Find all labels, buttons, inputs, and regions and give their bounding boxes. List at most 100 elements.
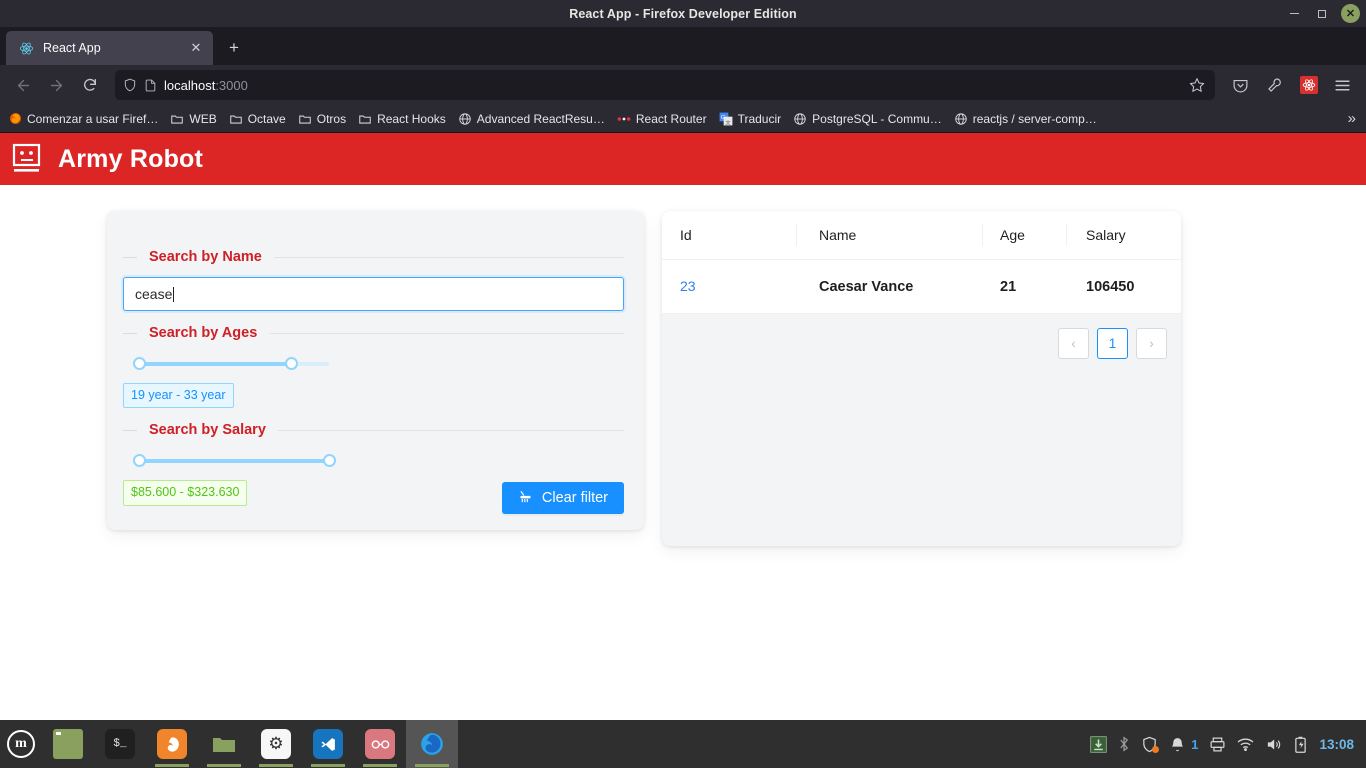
table-row[interactable]: 23 Caesar Vance 21 106450: [662, 259, 1181, 314]
close-icon[interactable]: ✕: [187, 39, 205, 57]
running-indicator: [415, 764, 449, 767]
window-title: React App - Firefox Developer Edition: [569, 6, 797, 21]
taskbar-item-settings[interactable]: ⚙: [250, 720, 302, 768]
bookmarks-overflow-icon[interactable]: »: [1340, 110, 1364, 127]
text-caret: [173, 286, 175, 302]
search-by-ages-legend: Search by Ages: [123, 325, 624, 341]
clear-filter-label: Clear filter: [541, 490, 608, 507]
bookmark-item[interactable]: Octave: [223, 109, 292, 129]
slider-track: [139, 362, 291, 366]
ages-slider-handle-max[interactable]: [285, 357, 298, 370]
slider-track: [139, 459, 329, 464]
table-body: 23 Caesar Vance 21 106450: [662, 259, 1181, 314]
window-close-button[interactable]: ✕: [1341, 4, 1360, 23]
taskbar-item-vscode[interactable]: [302, 720, 354, 768]
results-card: Id Name Age Salary 23 Caesar Vance 21 10…: [662, 211, 1181, 546]
page-title: Army Robot: [58, 144, 204, 173]
taskbar-item-files[interactable]: [198, 720, 250, 768]
glasses-icon: [365, 729, 395, 759]
bookmark-item[interactable]: Otros: [292, 109, 352, 129]
bookmark-item[interactable]: WEB: [164, 109, 222, 129]
browser-tab-react-app[interactable]: React App ✕: [6, 31, 213, 65]
react-devtools-icon[interactable]: [1293, 70, 1324, 101]
notifications-icon[interactable]: [1169, 736, 1186, 753]
new-tab-button[interactable]: +: [219, 33, 249, 63]
bookmarks-bar: Comenzar a usar Firef… WEB Octave Otros …: [0, 105, 1366, 133]
browser-tab-label: React App: [43, 41, 101, 55]
linux-mint-menu-icon[interactable]: m: [0, 720, 42, 768]
shield-icon[interactable]: [123, 78, 137, 92]
cell-age: 21: [982, 259, 1066, 314]
url-bar[interactable]: localhost:3000: [115, 70, 1215, 100]
wrench-icon[interactable]: [1259, 70, 1290, 101]
bookmark-label: Comenzar a usar Firef…: [27, 111, 159, 126]
column-header-salary[interactable]: Salary: [1066, 211, 1181, 260]
hamburger-menu-icon[interactable]: [1327, 70, 1358, 101]
taskbar-item-terminal[interactable]: $_: [94, 720, 146, 768]
ages-range-slider[interactable]: [133, 357, 329, 371]
ages-slider-wrap: [123, 347, 624, 371]
printer-icon[interactable]: [1209, 736, 1226, 753]
firewall-shield-icon[interactable]: [1141, 736, 1160, 753]
url-text[interactable]: localhost:3000: [164, 78, 1182, 93]
bookmark-label: React Hooks: [377, 111, 446, 126]
volume-icon[interactable]: [1265, 736, 1282, 753]
reload-icon[interactable]: [74, 70, 105, 101]
legend-line-left: [123, 332, 137, 334]
taskbar-clock[interactable]: 13:08: [1319, 737, 1354, 752]
google-translate-icon: G文: [719, 112, 733, 126]
column-header-age[interactable]: Age: [982, 211, 1066, 260]
taskbar-item-show-desktop[interactable]: [42, 720, 94, 768]
taskbar-item-firefox[interactable]: [146, 720, 198, 768]
taskbar-item-glasses[interactable]: [354, 720, 406, 768]
search-by-salary-legend: Search by Salary: [123, 422, 624, 438]
running-indicator: [363, 764, 397, 767]
bookmark-item[interactable]: G文 Traducir: [713, 109, 788, 129]
pocket-icon[interactable]: [1225, 70, 1256, 101]
window-controls: ✕: [1281, 0, 1360, 27]
back-icon[interactable]: [8, 70, 39, 101]
bookmark-item[interactable]: Advanced ReactResu…: [452, 109, 611, 129]
table-header-row: Id Name Age Salary: [662, 211, 1181, 260]
update-manager-icon[interactable]: [1090, 735, 1107, 753]
search-name-input[interactable]: cease: [123, 277, 624, 311]
bookmark-item[interactable]: React Hooks: [352, 109, 452, 129]
salary-range-slider[interactable]: [133, 454, 336, 468]
taskbar-item-firefox-developer-edition[interactable]: [406, 720, 458, 768]
forward-icon[interactable]: [41, 70, 72, 101]
window-restore-button[interactable]: [1309, 3, 1335, 25]
battery-icon[interactable]: [1293, 736, 1308, 753]
pagination-page-1[interactable]: 1: [1097, 327, 1128, 359]
bookmark-item[interactable]: Comenzar a usar Firef…: [2, 109, 164, 129]
bookmark-label: reactjs / server-comp…: [972, 111, 1097, 126]
legend-line-left: [123, 256, 137, 258]
show-desktop-icon: [53, 729, 83, 759]
bookmark-item[interactable]: PostgreSQL - Commu…: [787, 109, 948, 129]
cell-name: Caesar Vance: [796, 259, 982, 314]
window-titlebar: React App - Firefox Developer Edition ✕: [0, 0, 1366, 27]
globe-icon: [458, 112, 472, 126]
pagination-prev-button[interactable]: ‹: [1058, 327, 1089, 359]
bluetooth-icon[interactable]: [1118, 736, 1130, 752]
page-icon[interactable]: [144, 79, 157, 92]
window-minimize-button[interactable]: [1281, 3, 1307, 25]
salary-slider-handle-min[interactable]: [133, 454, 146, 468]
robot-icon: [12, 143, 42, 175]
mint-logo-label: m: [7, 730, 35, 758]
ages-slider-handle-min[interactable]: [133, 357, 146, 370]
bookmark-item[interactable]: reactjs / server-comp…: [948, 109, 1103, 129]
bookmark-label: WEB: [189, 111, 217, 126]
column-header-name[interactable]: Name: [796, 211, 982, 260]
running-indicator: [311, 764, 345, 767]
wifi-icon[interactable]: [1237, 737, 1254, 752]
column-header-id[interactable]: Id: [662, 211, 796, 260]
clear-filter-button[interactable]: Clear filter: [501, 482, 624, 515]
react-router-icon: [617, 112, 631, 126]
salary-slider-handle-max[interactable]: [323, 454, 336, 468]
bookmark-item[interactable]: React Router: [611, 109, 713, 129]
bookmark-star-icon[interactable]: [1189, 77, 1207, 93]
app-body: Search by Name cease Search by Ages 19 y…: [0, 185, 1366, 768]
pagination-next-button[interactable]: ›: [1136, 327, 1167, 359]
cell-id[interactable]: 23: [680, 278, 696, 294]
results-table: Id Name Age Salary 23 Caesar Vance 21 10…: [662, 211, 1181, 314]
